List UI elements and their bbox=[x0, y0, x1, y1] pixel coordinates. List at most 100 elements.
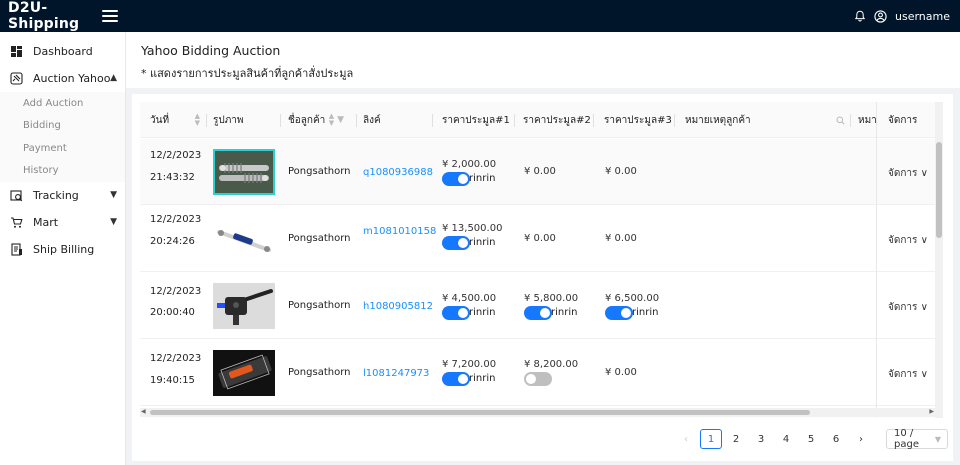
product-image[interactable] bbox=[213, 283, 275, 329]
sidebar-item-mart[interactable]: Mart ▼ bbox=[0, 209, 125, 236]
fixed-column-divider bbox=[876, 102, 877, 418]
bell-icon[interactable] bbox=[854, 10, 866, 22]
sidebar-item-ship-billing[interactable]: Ship Billing bbox=[0, 236, 125, 263]
bid-price-1: ¥ 2,000.00 bbox=[442, 159, 497, 170]
bid-date: 12/2/2023 bbox=[150, 150, 202, 161]
horizontal-scrollbar[interactable]: ◀ ▶ bbox=[140, 408, 935, 417]
scroll-right-icon[interactable]: ▶ bbox=[929, 408, 934, 415]
manage-label: จัดการ bbox=[888, 302, 918, 313]
sidebar-item-label: Tracking bbox=[33, 189, 79, 202]
vertical-scrollbar[interactable] bbox=[935, 102, 943, 418]
scroll-left-icon[interactable]: ◀ bbox=[141, 408, 146, 415]
sidebar-subitem-add-auction[interactable]: Add Auction bbox=[0, 92, 125, 115]
manage-dropdown[interactable]: จัดการ ∨ bbox=[888, 367, 928, 382]
column-divider bbox=[514, 114, 515, 127]
prev-page-button[interactable]: ‹ bbox=[675, 429, 697, 449]
page-size-select[interactable]: 10 / page ▼ bbox=[886, 428, 948, 450]
page-3-button[interactable]: 3 bbox=[750, 429, 772, 449]
pagination: ‹ 1 2 3 4 5 6 › 10 / page ▼ bbox=[672, 428, 948, 450]
page-5-button[interactable]: 5 bbox=[800, 429, 822, 449]
auction-icon bbox=[10, 72, 23, 85]
billing-icon bbox=[11, 243, 22, 256]
column-divider bbox=[593, 114, 594, 127]
sidebar-item-auction-yahoo[interactable]: Auction Yahoo ▲ bbox=[0, 65, 125, 92]
sidebar-item-label: Ship Billing bbox=[33, 243, 95, 256]
auction-table-card: วันที่ ▲▼ รูปภาพ ชื่อลูกค้า ▲▼ ▼ ลิงค์ bbox=[132, 94, 953, 461]
bidder-label: rinrin bbox=[632, 307, 659, 318]
column-divider bbox=[674, 114, 675, 127]
auction-link[interactable]: h1080905812 bbox=[363, 300, 433, 313]
sidebar-item-label: Dashboard bbox=[33, 45, 93, 58]
bid-1-toggle[interactable] bbox=[442, 372, 470, 386]
auction-link[interactable]: q1080936988 bbox=[363, 166, 433, 179]
tracking-icon bbox=[10, 190, 23, 202]
manage-label: จัดการ bbox=[888, 168, 918, 179]
sidebar: Dashboard Auction Yahoo ▲ Add Auction Bi… bbox=[0, 32, 126, 465]
auction-link[interactable]: m1081010158 bbox=[363, 225, 436, 238]
column-divider bbox=[280, 114, 281, 127]
app-title: D2U-Shipping bbox=[8, 0, 80, 32]
menu-toggle-icon[interactable] bbox=[102, 10, 118, 22]
sidebar-subitem-payment[interactable]: Payment bbox=[0, 137, 125, 160]
sidebar-item-label: Mart bbox=[33, 216, 59, 229]
manage-dropdown[interactable]: จัดการ ∨ bbox=[888, 233, 928, 248]
bid-price-1: ¥ 7,200.00 bbox=[442, 359, 497, 370]
column-header-link: ลิงค์ bbox=[363, 102, 423, 138]
bid-price-1: ¥ 4,500.00 bbox=[442, 293, 497, 304]
bid-3-toggle[interactable] bbox=[605, 306, 633, 320]
page-4-button[interactable]: 4 bbox=[775, 429, 797, 449]
next-page-button[interactable]: › bbox=[850, 429, 872, 449]
page-6-button[interactable]: 6 bbox=[825, 429, 847, 449]
bid-time: 20:00:40 bbox=[150, 307, 195, 318]
username-label[interactable]: username bbox=[895, 10, 950, 23]
page-subtitle: * แสดงรายการประมูลสินค้าที่ลูกค้าสั่งประ… bbox=[141, 67, 354, 80]
column-header-label: ชื่อลูกค้า bbox=[288, 114, 326, 126]
customer-name: Pongsathorn bbox=[288, 233, 351, 244]
manage-label: จัดการ bbox=[888, 235, 918, 246]
bidder-label: rinrin bbox=[469, 307, 496, 318]
page-2-button[interactable]: 2 bbox=[725, 429, 747, 449]
page-size-value: 10 / page bbox=[894, 428, 919, 450]
column-header-date[interactable]: วันที่ ▲ ▼ bbox=[150, 102, 200, 138]
bid-time: 21:43:32 bbox=[150, 172, 195, 183]
column-header-manage: จัดการ bbox=[888, 102, 938, 138]
table-row: 12/2/2023 19:40:15 Pongsathorn l10812479… bbox=[140, 340, 943, 406]
user-icon[interactable] bbox=[874, 9, 887, 23]
column-header-label: ราคาประมูล#3 bbox=[604, 114, 672, 126]
auction-link[interactable]: l1081247973 bbox=[363, 367, 429, 380]
bid-time: 20:24:26 bbox=[150, 236, 195, 247]
bid-2-toggle[interactable] bbox=[524, 372, 552, 386]
customer-name: Pongsathorn bbox=[288, 166, 351, 177]
sort-icon[interactable]: ▲ ▼ bbox=[195, 113, 200, 127]
product-image[interactable] bbox=[213, 216, 275, 262]
page-1-button[interactable]: 1 bbox=[700, 429, 722, 449]
column-header-customer[interactable]: ชื่อลูกค้า ▲ ▼ ▼ bbox=[288, 102, 344, 138]
sort-icon[interactable]: ▲ ▼ bbox=[329, 113, 334, 127]
filter-icon[interactable]: ▼ bbox=[337, 115, 344, 125]
bid-1-toggle[interactable] bbox=[442, 306, 470, 320]
manage-dropdown[interactable]: จัดการ ∨ bbox=[888, 166, 928, 181]
product-image[interactable] bbox=[213, 149, 275, 195]
sidebar-item-tracking[interactable]: Tracking ▼ bbox=[0, 182, 125, 209]
manage-dropdown[interactable]: จัดการ ∨ bbox=[888, 300, 928, 315]
chevron-down-icon: ▼ bbox=[110, 217, 117, 227]
bid-2-toggle[interactable] bbox=[524, 306, 552, 320]
sidebar-item-label: Auction Yahoo bbox=[33, 72, 111, 85]
customer-name: Pongsathorn bbox=[288, 367, 351, 378]
column-header-label: ลิงค์ bbox=[363, 114, 381, 126]
bidder-label: rinrin bbox=[469, 173, 496, 184]
column-header-image: รูปภาพ bbox=[213, 102, 273, 138]
table-row: 12/2/2023 21:43:32 Pongsathorn q10809369… bbox=[140, 139, 943, 205]
sidebar-subitem-history[interactable]: History bbox=[0, 160, 125, 183]
bid-1-toggle[interactable] bbox=[442, 236, 470, 250]
bid-1-toggle[interactable] bbox=[442, 172, 470, 186]
sidebar-subitem-bidding[interactable]: Bidding bbox=[0, 115, 125, 138]
product-image[interactable] bbox=[213, 350, 275, 396]
search-icon[interactable] bbox=[836, 116, 845, 125]
customer-name: Pongsathorn bbox=[288, 300, 351, 311]
column-header-label: วันที่ bbox=[150, 114, 170, 126]
page-header: Yahoo Bidding Auction * แสดงรายการประมูล… bbox=[126, 32, 960, 88]
sidebar-item-dashboard[interactable]: Dashboard bbox=[0, 38, 125, 65]
chevron-down-icon: ∨ bbox=[920, 369, 928, 380]
bid-price-2: ¥ 5,800.00 bbox=[524, 293, 579, 304]
